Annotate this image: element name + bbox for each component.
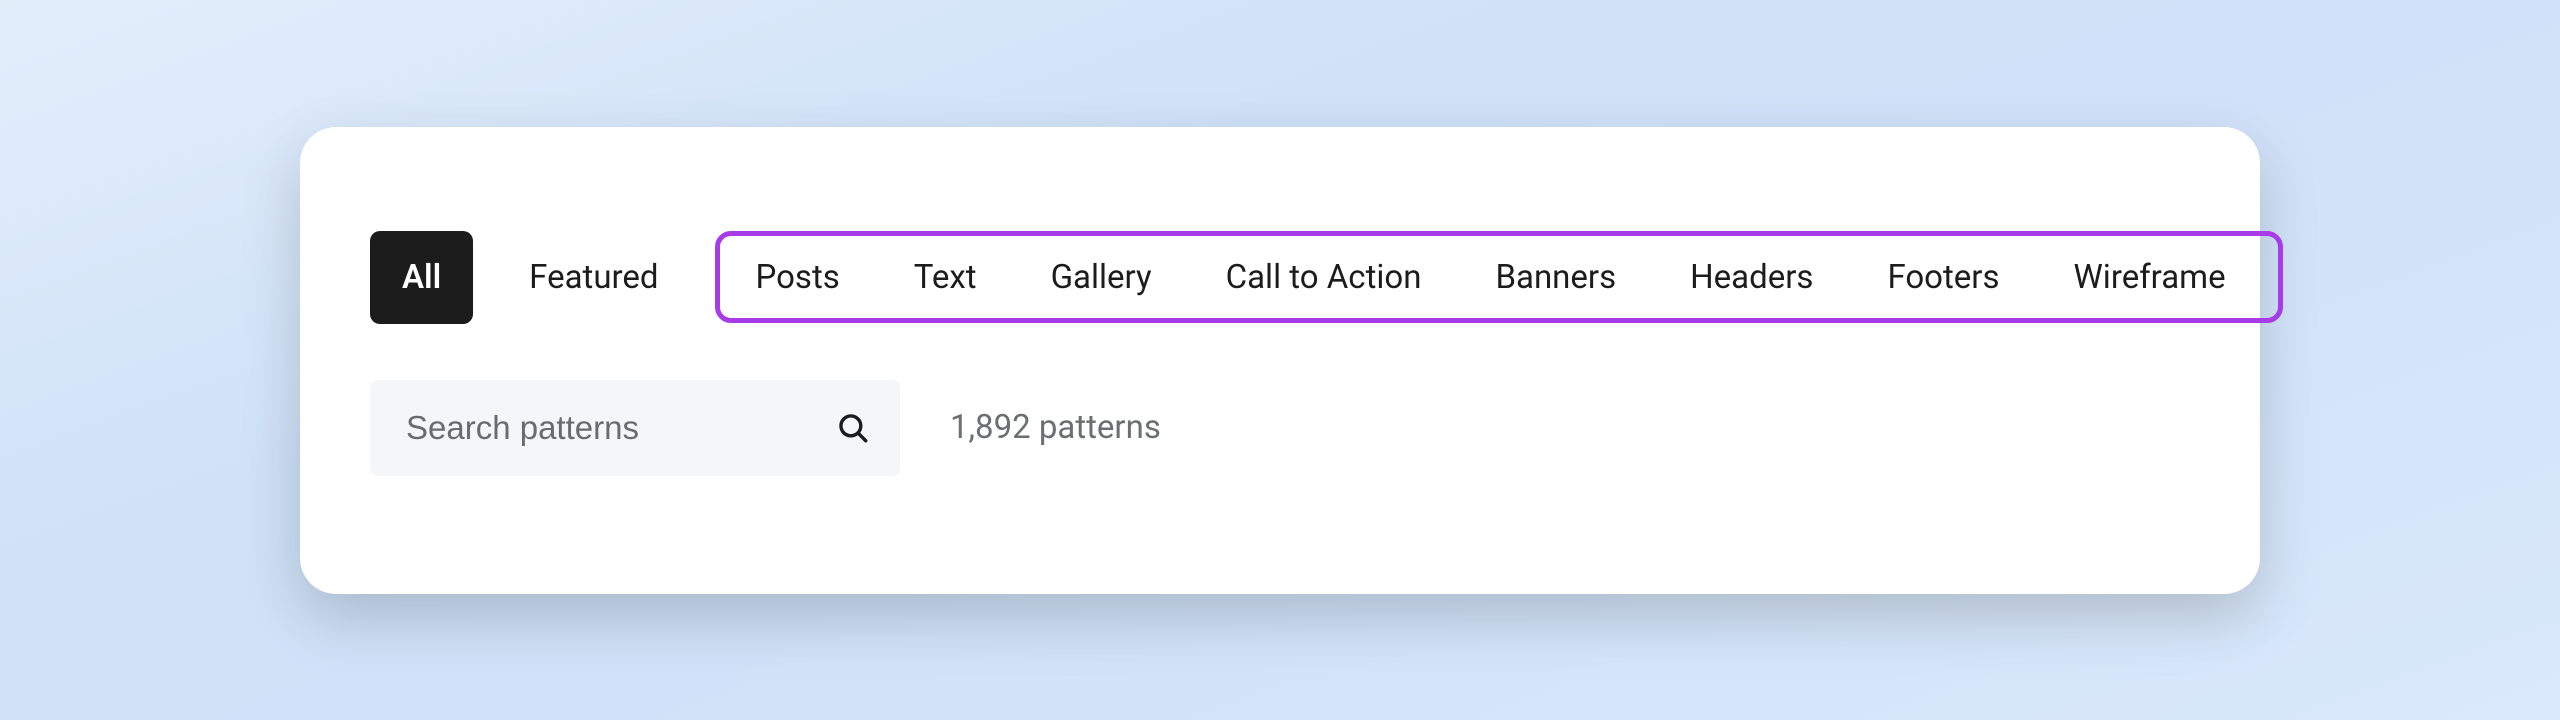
filter-chip-gallery[interactable]: Gallery [1025, 243, 1178, 312]
search-row: 1,892 patterns [370, 380, 2190, 476]
filter-chip-call-to-action[interactable]: Call to Action [1200, 243, 1448, 312]
search-icon [836, 411, 870, 445]
filter-chip-headers[interactable]: Headers [1664, 243, 1839, 312]
filter-chip-text[interactable]: Text [888, 243, 1003, 312]
filter-chip-banners[interactable]: Banners [1469, 243, 1642, 312]
results-count: 1,892 patterns [950, 408, 1161, 447]
search-input[interactable] [406, 409, 836, 447]
filter-chip-featured[interactable]: Featured [499, 241, 688, 314]
filter-chip-wireframe[interactable]: Wireframe [2048, 243, 2252, 312]
filter-chip-posts[interactable]: Posts [730, 243, 866, 312]
filter-chip-all[interactable]: All [370, 231, 473, 324]
filter-chip-footers[interactable]: Footers [1861, 243, 2025, 312]
patterns-card: All Featured Posts Text Gallery Call to … [300, 127, 2260, 594]
search-box[interactable] [370, 380, 900, 476]
filter-highlight-group: Posts Text Gallery Call to Action Banner… [715, 231, 2283, 323]
filter-row: All Featured Posts Text Gallery Call to … [370, 231, 2190, 324]
